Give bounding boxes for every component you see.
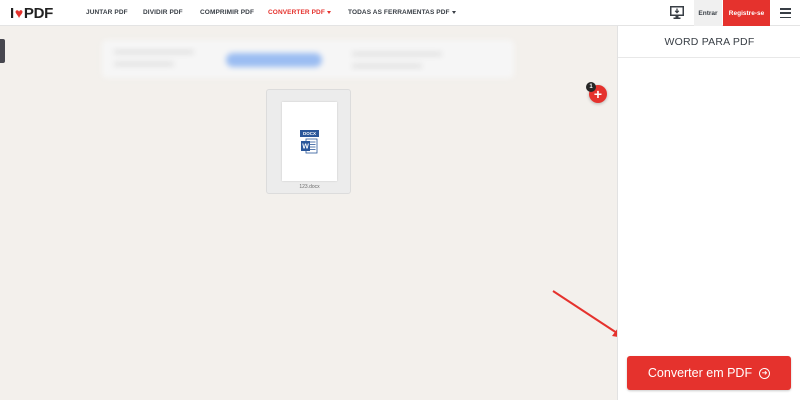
logo-pdf-text: PDF bbox=[23, 4, 53, 22]
nav-comprimir-pdf[interactable]: COMPRIMIR PDF bbox=[200, 9, 254, 16]
file-name: 123.docx bbox=[299, 184, 320, 190]
file-thumbnail: DOCX W bbox=[282, 102, 337, 181]
login-button[interactable]: Entrar bbox=[694, 0, 722, 26]
side-feedback-tab[interactable] bbox=[0, 39, 5, 63]
ilovepdf-logo[interactable]: I ♥ PDF bbox=[10, 4, 53, 22]
convert-label: Converter em PDF bbox=[647, 366, 753, 380]
word-doc-icon: DOCX W bbox=[300, 130, 319, 154]
nav-label: COMPRIMIR PDF bbox=[200, 9, 255, 16]
top-navbar: I ♥ PDF JUNTAR PDF DIVIDIR PDF COMPRIMIR… bbox=[0, 0, 800, 26]
ad-cta-button[interactable] bbox=[226, 53, 322, 67]
caret-down-icon bbox=[326, 10, 331, 14]
nav-converter-pdf[interactable]: CONVERTER PDF bbox=[268, 9, 331, 16]
sidebar-title: WORD PARA PDF bbox=[618, 26, 800, 58]
caret-down-icon bbox=[451, 10, 456, 14]
register-label: Registre-se bbox=[728, 9, 765, 17]
file-card[interactable]: DOCX W 123.docx bbox=[266, 89, 351, 194]
convert-to-pdf-button[interactable]: Converter em PDF ➜ bbox=[627, 356, 791, 390]
nav-label: JUNTAR PDF bbox=[86, 9, 128, 16]
logo-letter-i: I bbox=[10, 4, 14, 22]
register-button[interactable]: Registre-se bbox=[723, 0, 770, 26]
hamburger-menu-icon[interactable] bbox=[780, 8, 791, 18]
file-count-badge: 1 bbox=[586, 82, 596, 92]
monitor-download-icon[interactable] bbox=[670, 6, 684, 19]
nav-label: TODAS AS FERRAMENTAS PDF bbox=[348, 9, 450, 16]
nav-label: CONVERTER PDF bbox=[268, 9, 325, 16]
nav-dividir-pdf[interactable]: DIVIDIR PDF bbox=[143, 9, 183, 16]
ad-banner[interactable] bbox=[102, 40, 514, 78]
login-label: Entrar bbox=[698, 9, 718, 17]
nav-todas-ferramentas[interactable]: TODAS AS FERRAMENTAS PDF bbox=[348, 9, 456, 16]
svg-text:W: W bbox=[302, 144, 309, 151]
annotation-arrow-icon bbox=[552, 290, 624, 338]
nav-label: DIVIDIR PDF bbox=[143, 9, 183, 16]
heart-icon: ♥ bbox=[14, 5, 23, 21]
tool-sidebar: WORD PARA PDF Converter em PDF ➜ bbox=[617, 26, 800, 400]
file-type-label: DOCX bbox=[300, 130, 319, 137]
nav-juntar-pdf[interactable]: JUNTAR PDF bbox=[86, 9, 128, 16]
arrow-right-circle-icon: ➜ bbox=[759, 367, 771, 379]
